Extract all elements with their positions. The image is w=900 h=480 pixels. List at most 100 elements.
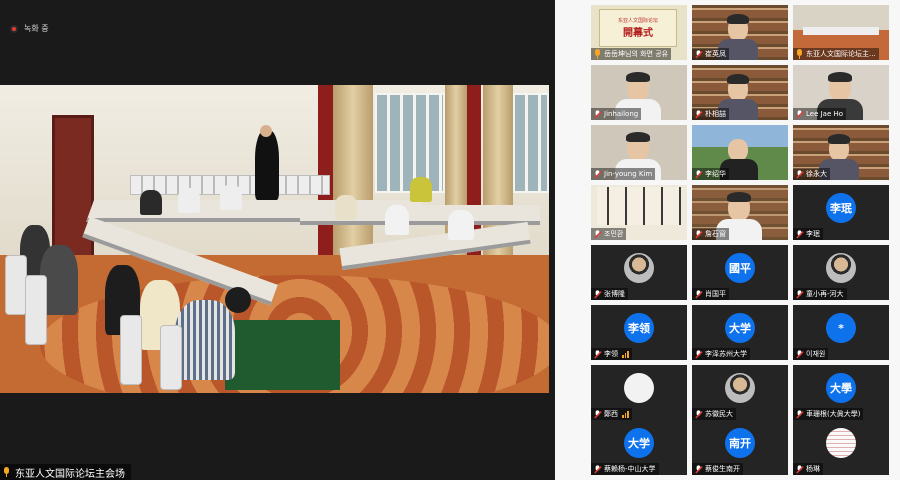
microphone-muted-icon [695,289,702,298]
participant-photo-avatar [826,428,856,458]
participant-gallery: 东亚人文国际论坛 開幕式 岳岳坤님의 화면 공유 崔英凤 东亚人文国际论坛主... Jin… [555,0,900,480]
participant-name-label: 苏徽民大 [692,408,736,420]
participant-tile[interactable]: 大学李泽苏州大学 [692,305,788,360]
participant-tile[interactable]: 大学蔡赖杨-中山大学 [591,420,687,475]
video-participant [410,177,432,202]
participant-name-label: 詹石窗 [692,228,729,240]
participant-name: 徐永大 [806,170,827,178]
participant-name-label: 車珊根(大眞大學) [793,408,864,420]
microphone-muted-icon [594,349,601,358]
participant-tile[interactable]: 杨琳 [793,420,889,475]
participant-tile[interactable]: 李珉 李珉 [793,185,889,240]
participant-avatar: 李珉 [826,193,856,223]
participant-name: 鄭西 [604,410,618,418]
video-participant [178,188,200,213]
main-speaker-video[interactable] [0,85,549,393]
participant-name-label: 이재원 [793,348,829,360]
participant-avatar: 大学 [725,313,755,343]
participant-tile[interactable]: Jinhailong [591,65,687,120]
participant-tile[interactable]: 조민환 [591,185,687,240]
microphone-muted-icon [796,409,803,418]
participant-tile[interactable]: 李绍华 [692,125,788,180]
participant-name: 李泽苏州大学 [705,350,747,358]
participant-tile[interactable]: 詹石窗 [692,185,788,240]
participant-name: 朴相喆 [705,110,726,118]
video-participant [335,195,357,220]
participant-avatar: 大学 [624,428,654,458]
participant-name: 肖国平 [705,290,726,298]
participant-hair [727,14,749,24]
participant-tile[interactable]: 徐永大 [793,125,889,180]
participant-photo-avatar [826,253,856,283]
shared-slide-subtitle: 东亚人文国际论坛 [617,18,658,24]
video-chair [25,275,47,345]
participant-name-label: 岳岳坤님의 화면 공유 [591,48,672,60]
participant-photo-avatar [624,253,654,283]
participant-tile[interactable]: 苏徽民大 [692,365,788,420]
participant-name-label: 东亚人文国际论坛主... [793,48,879,60]
participant-tile[interactable]: * 이재원 [793,305,889,360]
participant-tile[interactable]: 东亚人文国际论坛主... [793,5,889,60]
participant-name: 조민환 [604,230,624,238]
screen-share-icon [795,48,804,60]
participant-tile[interactable]: 东亚人文国际论坛 開幕式 岳岳坤님의 화면 공유 [591,5,687,60]
signal-strength-icon [622,350,629,358]
participant-tile[interactable]: 鄭西 [591,365,687,420]
participant-tile[interactable]: 张博隆 [591,245,687,300]
participant-tile[interactable]: 崔英凤 [692,5,788,60]
participant-name-label: 肖国平 [692,288,729,300]
participant-tile[interactable]: 南开 蔡俊生南开 [692,420,788,475]
record-icon [10,24,18,33]
participant-tile[interactable]: 國平 肖国平 [692,245,788,300]
main-speaker-label: 东亚人文国际论坛主会场 [0,464,131,480]
microphone-muted-icon [594,109,601,118]
participant-name: 杨琳 [806,465,820,473]
participant-name-label: 조민환 [591,228,627,240]
participant-name: 蔡俊生南开 [705,465,740,473]
participant-hair [626,72,650,82]
participant-name-label: 李领 [591,348,632,360]
microphone-muted-icon [695,464,702,473]
participant-hair [727,74,749,84]
participant-name: 苏徽民大 [705,410,733,418]
microphone-muted-icon [594,169,601,178]
video-window [375,93,445,193]
participant-name: 車珊根(大眞大學) [806,410,861,418]
participant-hair [828,134,850,144]
video-standing-speaker [255,130,279,200]
microphone-muted-icon [695,349,702,358]
video-chair [5,255,27,315]
microphone-muted-icon [695,229,702,238]
participant-tile[interactable]: Lee Jae Ho [793,65,889,120]
participant-avatar: 大學 [826,373,856,403]
participant-name-label: 杨琳 [793,463,823,475]
video-participant [140,190,162,215]
participant-name: 李领 [604,350,618,358]
participant-hair [626,132,650,142]
microphone-icon [2,466,11,478]
participant-name: 崔英凤 [705,50,726,58]
participant-name: 詹石窗 [705,230,726,238]
participant-name-label: Jin-young Kim [591,168,656,180]
video-door [52,115,94,265]
video-window [513,93,549,193]
video-head [260,125,272,137]
participant-tile[interactable]: 李领 李领 [591,305,687,360]
participant-tile[interactable]: 童小再-河大 [793,245,889,300]
participant-hair [828,72,852,82]
participant-tile[interactable]: 大學車珊根(大眞大學) [793,365,889,420]
participant-name: 张博隆 [604,290,625,298]
participant-name: 东亚人文国际论坛主... [806,50,876,58]
video-chair [160,325,182,390]
participant-tile[interactable]: 朴相喆 [692,65,788,120]
participant-tile[interactable]: Jin-young Kim [591,125,687,180]
video-participant [220,185,242,210]
main-video-area: 녹화 중 东亚人文国际论坛主会场 [0,0,555,480]
participant-name: 童小再-河大 [806,290,844,298]
participant-name: 이재원 [806,350,826,358]
signal-strength-icon [622,410,629,418]
participant-avatar: 李领 [624,313,654,343]
microphone-muted-icon [695,409,702,418]
participant-name-label: 蔡赖杨-中山大学 [591,463,659,475]
participant-name-label: 李泽苏州大学 [692,348,750,360]
